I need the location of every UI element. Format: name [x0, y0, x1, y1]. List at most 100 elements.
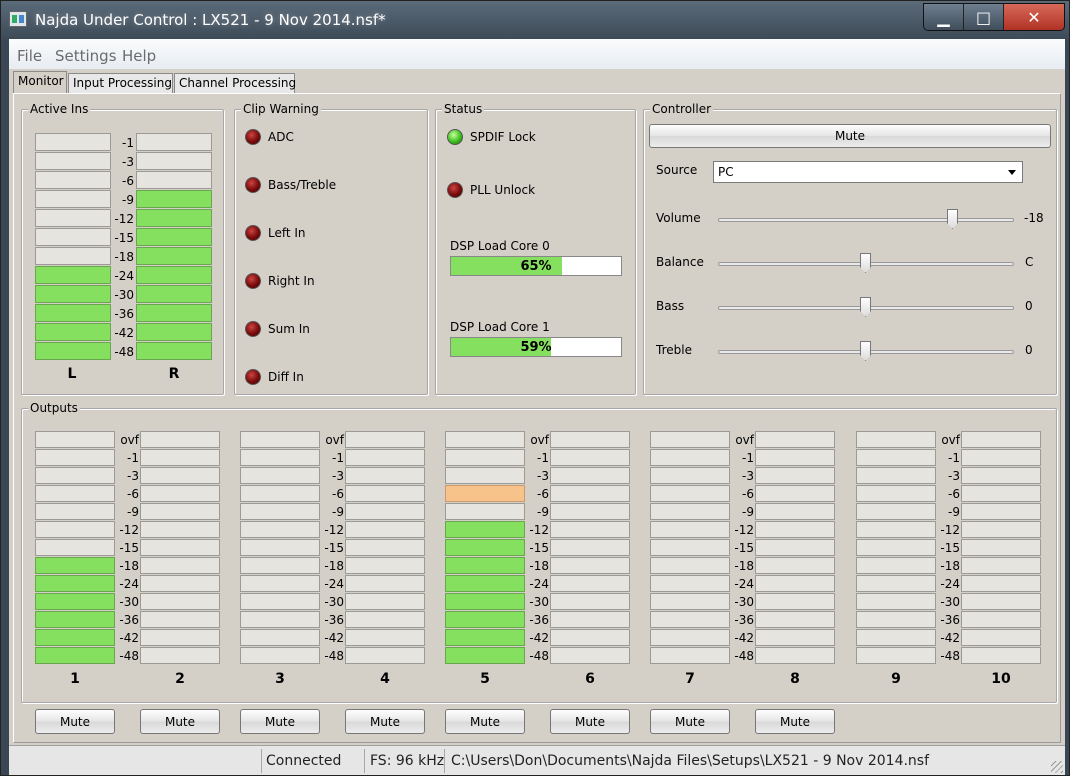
output-level-label: -15 — [529, 541, 549, 555]
output-level-label: -12 — [940, 523, 960, 537]
minimize-icon[interactable]: ▁ — [924, 4, 964, 30]
clip-warning-title: Clip Warning — [241, 102, 321, 116]
balance-value: C — [1025, 255, 1034, 269]
volume-slider[interactable] — [718, 218, 1014, 222]
output-meter-segment — [650, 467, 730, 484]
app-icon — [9, 11, 27, 27]
output-mute-button[interactable]: Mute — [35, 709, 115, 734]
output-level-label: -9 — [332, 505, 344, 519]
output-mute-button[interactable]: Mute — [345, 709, 425, 734]
output-channel-label: 2 — [175, 671, 185, 687]
meter-level-label: -24 — [114, 269, 134, 283]
output-meter-segment — [240, 539, 320, 556]
output-level-label: -18 — [734, 559, 754, 573]
output-meter-segment — [755, 611, 835, 628]
outputs-group: Outputs ovf -1 -3 -6 -9 -12 -15 -18 -24 -30 -36 -42… — [21, 401, 1057, 703]
left-meter-segment — [35, 228, 111, 246]
output-meter-segment — [650, 647, 730, 664]
output-meter-segment — [550, 575, 630, 592]
output-level-label: -36 — [734, 613, 754, 627]
tab-channel-processing[interactable]: Channel Processing — [174, 73, 296, 93]
clip-led-label: Sum In — [268, 322, 310, 336]
output-meter-segment — [856, 539, 936, 556]
dsp-core0-progress: 65% — [450, 256, 622, 276]
output-level-label: -15 — [324, 541, 344, 555]
output-meter-segment — [445, 557, 525, 574]
output-level-label: -6 — [742, 487, 754, 501]
output-meter-segment — [240, 503, 320, 520]
status-separator — [261, 749, 262, 773]
treble-slider-thumb[interactable] — [860, 341, 871, 361]
balance-slider-thumb[interactable] — [860, 253, 871, 273]
output-mute-button[interactable]: Mute — [550, 709, 630, 734]
close-icon[interactable]: ✕ — [1004, 4, 1064, 30]
active-ins-title: Active Ins — [28, 102, 91, 116]
output-mute-button[interactable]: Mute — [140, 709, 220, 734]
output-mute-button[interactable]: Mute — [445, 709, 525, 734]
output-meter-segment — [240, 449, 320, 466]
resize-grip-icon[interactable] — [1051, 761, 1063, 773]
controller-mute-button[interactable]: Mute — [649, 124, 1051, 148]
output-level-label: -30 — [324, 595, 344, 609]
output-level-label: -48 — [734, 649, 754, 663]
volume-slider-thumb[interactable] — [947, 209, 958, 229]
output-meter-segment — [961, 431, 1041, 448]
file-path: C:\Users\Don\Documents\Najda Files\Setup… — [451, 753, 930, 769]
output-meter-segment — [35, 539, 115, 556]
output-meter-segment — [345, 575, 425, 592]
output-level-label: -24 — [734, 577, 754, 591]
source-select[interactable]: PC — [713, 161, 1023, 183]
output-meter-segment — [240, 593, 320, 610]
left-meter-segment — [35, 209, 111, 227]
menu-help[interactable]: Help — [122, 47, 156, 65]
tab-input-processing[interactable]: Input Processing — [68, 73, 173, 93]
title-bar[interactable]: Najda Under Control : LX521 - 9 Nov 2014… — [1, 1, 1069, 39]
output-meter-segment — [961, 557, 1041, 574]
pll-unlock-led — [447, 182, 463, 198]
dsp-core1-progress: 59% — [450, 337, 622, 357]
output-meter-segment — [550, 449, 630, 466]
maximize-icon[interactable]: □ — [964, 4, 1004, 30]
output-mute-button[interactable]: Mute — [650, 709, 730, 734]
meter-level-label: -18 — [114, 250, 134, 264]
output-meter-segment — [35, 611, 115, 628]
output-level-label: -30 — [940, 595, 960, 609]
meter-level-label: -9 — [122, 193, 134, 207]
output-level-label: -42 — [119, 631, 139, 645]
clip-led-label: Left In — [268, 226, 306, 240]
menu-file[interactable]: File — [17, 47, 42, 65]
output-meter-segment — [445, 467, 525, 484]
output-meter-segment — [345, 467, 425, 484]
output-meter-segment — [345, 647, 425, 664]
right-meter-segment — [136, 304, 212, 322]
balance-label: Balance — [656, 255, 704, 269]
output-meter-segment — [240, 611, 320, 628]
output-meter-segment — [856, 611, 936, 628]
output-level-label: -30 — [529, 595, 549, 609]
output-level-label: -6 — [537, 487, 549, 501]
bass-slider-thumb[interactable] — [860, 297, 871, 317]
meter-level-label: -1 — [122, 136, 134, 150]
output-meter-segment — [755, 629, 835, 646]
meter-level-label: -30 — [114, 288, 134, 302]
output-level-label: -48 — [529, 649, 549, 663]
chevron-down-icon — [1008, 170, 1016, 175]
output-mute-button[interactable]: Mute — [755, 709, 835, 734]
output-level-label: -12 — [119, 523, 139, 537]
output-meter-segment — [650, 539, 730, 556]
right-channel-label: R — [168, 366, 180, 382]
menu-settings[interactable]: Settings — [55, 47, 117, 65]
clip-led — [245, 321, 261, 337]
clip-led — [245, 129, 261, 145]
output-mute-button[interactable]: Mute — [240, 709, 320, 734]
tab-monitor[interactable]: Monitor — [13, 71, 67, 94]
output-meter-segment — [755, 503, 835, 520]
status-title: Status — [442, 102, 485, 116]
output-level-label: -9 — [948, 505, 960, 519]
output-level-label: -12 — [324, 523, 344, 537]
output-meter-segment — [650, 611, 730, 628]
left-meter-segment — [35, 171, 111, 189]
left-meter-segment — [35, 247, 111, 265]
output-meter-segment — [35, 485, 115, 502]
output-meter-segment — [445, 503, 525, 520]
